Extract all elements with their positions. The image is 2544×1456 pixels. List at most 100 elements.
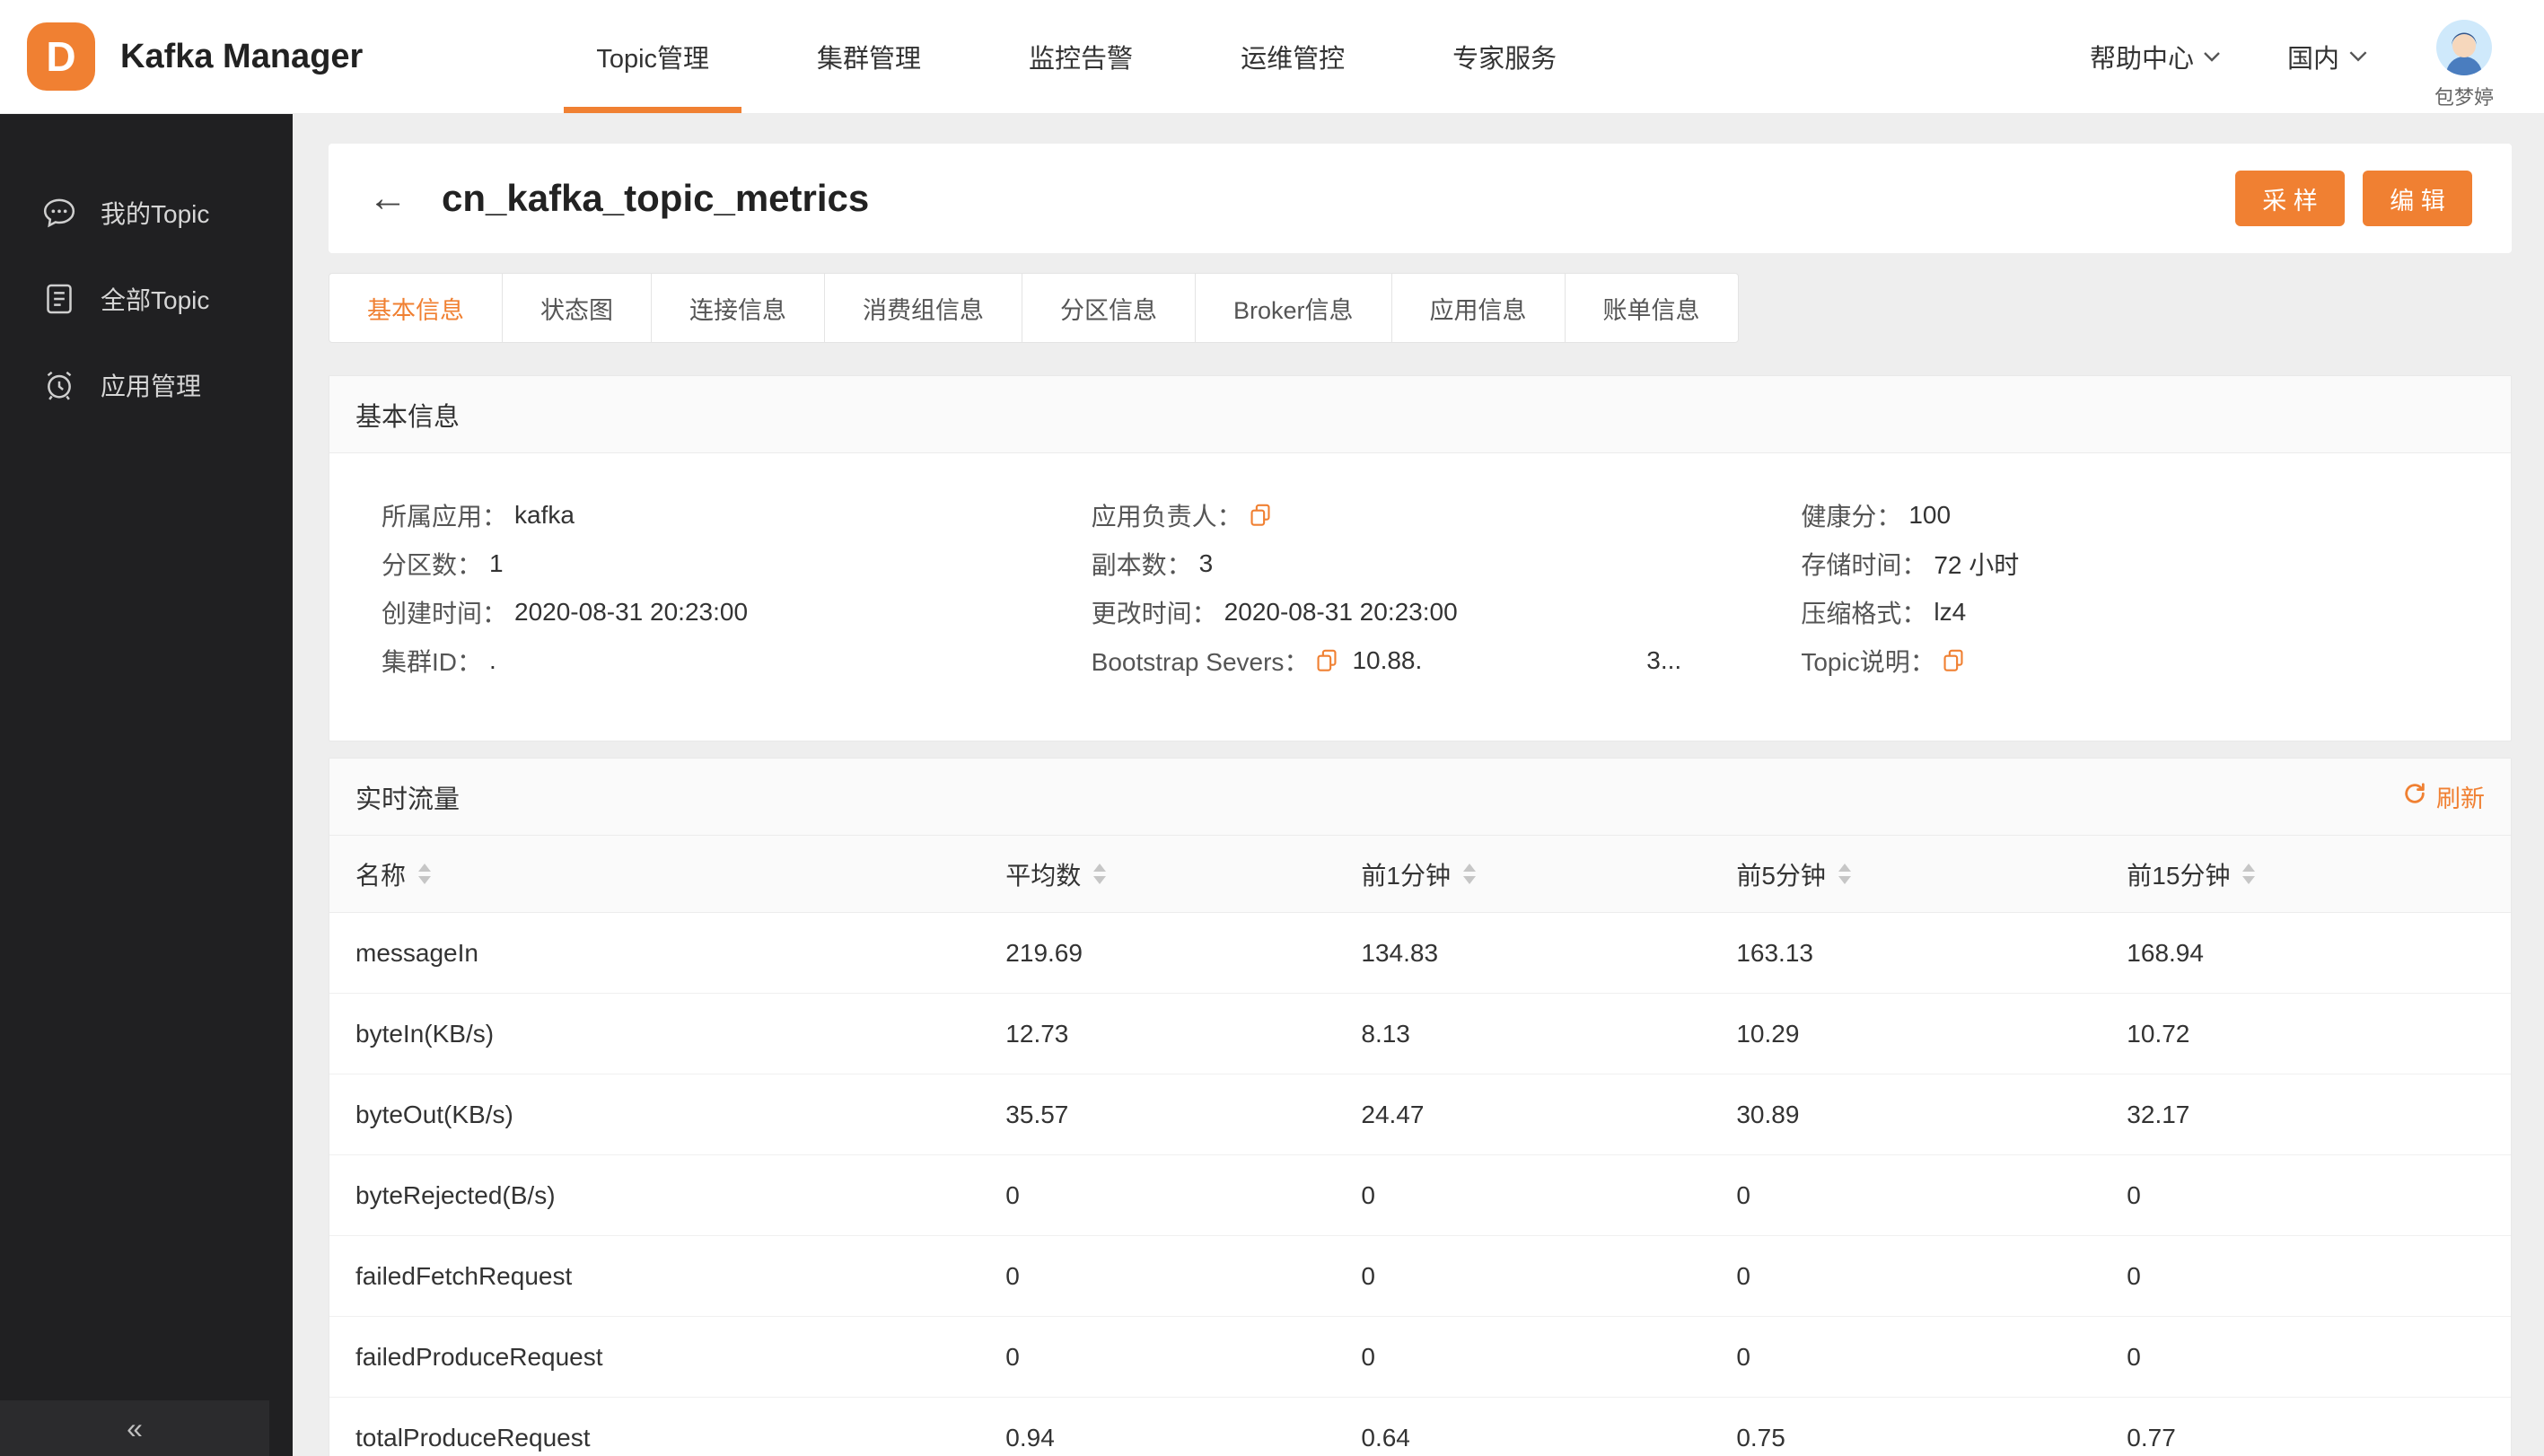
nav-item-monitor[interactable]: 监控告警 [975,0,1187,113]
field-partition-count: 分区数： 1 [382,539,1092,588]
brand-title: Kafka Manager [120,37,364,75]
sidebar-item-all-topic[interactable]: 全部Topic [0,256,293,342]
field-value: lz4 [1934,598,1967,626]
basic-info-panel-title: 基本信息 [329,376,2511,453]
main-content: ← cn_kafka_topic_metrics 采 样 编 辑 基本信息 状态… [293,114,2544,1456]
app-logo[interactable]: D [27,22,95,91]
avatar[interactable] [2435,19,2493,76]
table-row: failedProduceRequest 0 0 0 0 [329,1317,2511,1398]
tab-consumer-group-info[interactable]: 消费组信息 [824,273,1022,343]
refresh-label: 刷新 [2436,785,2485,812]
copy-icon[interactable] [1250,504,1271,527]
refresh-icon [2402,781,2427,812]
tab-connection-info[interactable]: 连接信息 [651,273,825,343]
metric-5min: 0 [1736,1342,1750,1371]
tab-app-info[interactable]: 应用信息 [1390,273,1566,343]
nav-item-cluster[interactable]: 集群管理 [763,0,975,113]
main-nav: Topic管理 集群管理 监控告警 运维管控 专家服务 [542,0,1610,113]
help-center-menu[interactable]: 帮助中心 [2090,38,2221,75]
sidebar-collapse-button[interactable]: « [0,1400,269,1456]
sort-icon[interactable] [1093,864,1107,884]
tab-partition-info[interactable]: 分区信息 [1022,273,1196,343]
col-header-5min: 前5分钟 [1736,856,2127,892]
sort-icon[interactable] [2242,864,2256,884]
field-label: Bootstrap Severs： [1091,648,1310,676]
field-cluster-id: 集群ID： . [382,636,1092,685]
field-label: 更改时间： [1091,600,1217,627]
metric-5min: 0 [1736,1261,1750,1290]
tab-broker-info[interactable]: Broker信息 [1195,273,1392,343]
sort-icon[interactable] [1462,864,1476,884]
page-header: ← cn_kafka_topic_metrics 采 样 编 辑 [329,144,2512,253]
metric-1min: 0.64 [1361,1424,1410,1452]
metric-5min: 0 [1736,1180,1750,1209]
field-label: 存储时间： [1801,551,1927,579]
field-bootstrap-servers: Bootstrap Severs： 10.88. 3... [1092,636,1802,685]
metric-15min: 32.17 [2127,1100,2190,1128]
collapse-icon: « [127,1411,143,1444]
metric-avg: 0 [1005,1180,1020,1209]
field-label: 应用负责人： [1091,503,1242,531]
realtime-panel-title: 实时流量 [355,785,461,814]
region-label: 国内 [2286,45,2339,74]
field-value: 1 [489,549,504,577]
metric-5min: 30.89 [1736,1100,1800,1128]
tab-billing-info[interactable]: 账单信息 [1564,273,1739,343]
field-value: 10.88. [1352,646,1423,674]
user-menu[interactable]: 包梦婷 [2434,19,2494,110]
table-row: failedFetchRequest 0 0 0 0 [329,1236,2511,1317]
sidebar-item-label: 全部Topic [101,286,210,314]
field-label: 健康分： [1801,503,1902,531]
refresh-button[interactable]: 刷新 [2402,779,2485,814]
field-compression: 压缩格式： lz4 [1801,588,2511,636]
metric-5min: 10.29 [1736,1019,1800,1048]
chevron-down-icon [2348,50,2368,63]
table-row: byteIn(KB/s) 12.73 8.13 10.29 10.72 [329,994,2511,1074]
field-value: 2020-08-31 20:23:00 [1224,598,1458,626]
field-owner-app: 所属应用： kafka [382,491,1092,539]
help-center-label: 帮助中心 [2089,45,2194,74]
metric-15min: 0 [2127,1261,2141,1290]
field-app-owner: 应用负责人： [1092,491,1802,539]
table-header-row: 名称 平均数 前1分钟 前5分钟 前15分钟 [329,836,2511,913]
realtime-panel-header: 实时流量 刷新 [329,759,2511,836]
copy-icon[interactable] [1316,649,1338,672]
metric-1min: 24.47 [1361,1100,1425,1128]
back-icon[interactable]: ← [368,179,408,218]
metric-15min: 0.77 [2127,1424,2176,1452]
tab-basic-info[interactable]: 基本信息 [329,273,503,343]
sidebar: 我的Topic 全部Topic 应用管理 « [0,114,293,1456]
page-title: cn_kafka_topic_metrics [442,177,870,219]
sidebar-item-app-management[interactable]: 应用管理 [0,342,293,428]
field-value: 2020-08-31 20:23:00 [514,598,749,626]
tab-status-chart[interactable]: 状态图 [502,273,652,343]
user-name: 包梦婷 [2434,86,2494,109]
sort-icon[interactable] [418,864,432,884]
metric-avg: 0 [1005,1261,1020,1290]
metric-1min: 8.13 [1361,1019,1410,1048]
table-row: messageIn 219.69 134.83 163.13 168.94 [329,913,2511,994]
metric-name: byteRejected(B/s) [355,1180,556,1209]
field-label: 创建时间： [382,600,508,627]
field-create-time: 创建时间： 2020-08-31 20:23:00 [382,588,1092,636]
field-value: 3 [1198,549,1214,577]
metric-1min: 0 [1361,1261,1375,1290]
edit-button[interactable]: 编 辑 [2363,171,2472,226]
region-menu[interactable]: 国内 [2287,38,2368,75]
app-logo-letter: D [46,33,76,80]
sample-button[interactable]: 采 样 [2235,171,2345,226]
sidebar-item-label: 应用管理 [101,373,202,400]
metric-name: failedFetchRequest [355,1261,573,1290]
nav-item-topic[interactable]: Topic管理 [542,0,763,113]
copy-icon[interactable] [1943,649,1964,672]
nav-item-ops[interactable]: 运维管控 [1187,0,1399,113]
nav-item-expert[interactable]: 专家服务 [1399,0,1610,113]
chevron-down-icon [2203,51,2221,63]
sort-icon[interactable] [1838,864,1851,884]
metric-15min: 168.94 [2127,938,2204,967]
sidebar-item-my-topic[interactable]: 我的Topic [0,170,293,256]
col-header-label: 前5分钟 [1736,861,1826,890]
metric-15min: 0 [2127,1180,2141,1209]
realtime-traffic-panel: 实时流量 刷新 名称 平均数 前1分钟 前5分钟 前15分钟 messageIn… [329,758,2512,1456]
metric-1min: 0 [1361,1180,1375,1209]
